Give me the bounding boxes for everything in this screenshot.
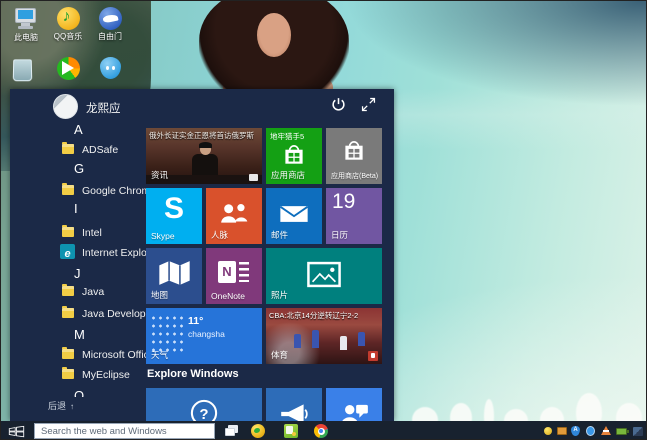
tile-feedback-megaphone[interactable] [266,388,322,421]
weather-city: changsha [188,329,225,339]
tile-calendar[interactable]: 19 日历 [326,188,382,244]
desktop-icon-this-pc[interactable]: 此电脑 [7,7,45,42]
mail-icon [266,203,322,224]
tray-shield-a-icon[interactable]: A [571,426,580,436]
folder-icon [62,227,74,237]
desktop-icon-label: QQ音乐 [49,32,87,41]
tile-help-question[interactable]: ? [146,388,262,421]
folder-icon [62,286,74,296]
section-letter-o[interactable]: O [74,388,84,397]
question-icon: ? [146,398,262,421]
snow-icon [150,314,186,354]
tile-news[interactable]: 俄外长证实金正恩将首访俄罗斯 资讯 [146,128,262,184]
section-letter-j[interactable]: J [74,266,81,281]
tray-battery-icon[interactable] [616,428,627,435]
blue-drop-icon [100,57,121,79]
tile-store[interactable]: 地牢猎手5 应用商店 [266,128,322,184]
explore-windows-heading: Explore Windows [147,368,239,380]
store-bag-icon [326,136,382,164]
task-view-button[interactable] [224,424,238,438]
ie-icon: e [60,244,75,259]
desktop-icon-blue-drop-app[interactable] [91,57,129,79]
tile-people[interactable]: 人脉 [206,188,262,244]
news-headline: 俄外长证实金正恩将首访俄罗斯 [149,130,260,141]
people-icon [206,201,262,225]
folder-icon [62,369,74,379]
news-page-icon [249,174,258,181]
folder-icon [62,185,74,195]
tray-network-icon[interactable] [633,427,643,436]
desktop-icon-tencent-video[interactable] [49,57,87,80]
tray-vlc-cone-icon[interactable] [601,426,611,435]
skype-icon: S [164,192,184,226]
desktop-icon-label: 此电脑 [7,33,45,42]
tile-photos[interactable]: 照片 [266,248,382,304]
store-bag-icon [266,140,322,168]
qq-music-icon: ♪ [57,7,80,30]
tile-sports[interactable]: CBA:北京14分逆转辽宁2-2 体育 [266,308,382,364]
calendar-day: 19 [332,190,355,214]
this-pc-icon [13,7,39,31]
onenote-icon: N [218,261,236,283]
svg-text:?: ? [199,406,208,421]
map-icon [146,260,202,286]
section-letter-g[interactable]: G [74,161,84,176]
desktop-icon-label: 自由门 [91,32,129,41]
tray-yellow-dot-icon[interactable] [544,427,552,435]
tile-onenote[interactable]: N OneNote [206,248,262,304]
wallpaper-woman-photo [139,1,401,91]
folder-icon [62,308,74,318]
megaphone-icon [266,402,322,421]
desktop-icon-recycle-bin[interactable] [3,59,41,81]
back-button[interactable]: 后退↑ [48,399,74,412]
weather-temp: 11° [188,315,203,327]
tile-mail[interactable]: 邮件 [266,188,322,244]
start-menu: 龙熙应 A ADSafe G Google Chrome I Intel eIn… [10,89,394,421]
up-arrow-icon: ↑ [70,402,74,411]
recycle-bin-icon [12,59,32,81]
power-icon[interactable] [330,96,347,113]
tile-store-beta[interactable]: 应用商店(Beta) [326,128,382,184]
tile-weather[interactable]: 11° changsha 天气 [146,308,262,364]
play-icon [57,57,80,80]
chrome-icon[interactable] [314,424,328,438]
system-tray: A [544,426,646,437]
section-letter-a[interactable]: A [74,122,83,137]
desktop-icon-freegate[interactable]: 自由门 [91,7,129,41]
windows-logo-icon [8,425,25,438]
folder-icon [62,144,74,154]
desktop-icon-qq-music[interactable]: ♪ QQ音乐 [49,7,87,41]
desktop-screen: 此电脑 ♪ QQ音乐 自由门 龙熙应 A ADSafe [0,0,647,440]
photos-icon [266,261,382,288]
sports-headline: CBA:北京14分逆转辽宁2-2 [269,310,380,321]
tray-shield-round-icon[interactable] [586,426,595,436]
tile-contact-chat[interactable] [326,388,382,421]
taskbar: A [1,421,647,440]
expand-icon[interactable] [360,96,377,113]
yellow-globe-app-icon[interactable] [251,424,265,438]
tray-orange-chest-icon[interactable] [557,427,567,435]
person-chat-icon [326,401,382,421]
start-button[interactable] [1,421,31,440]
tile-skype[interactable]: S Skype [146,188,202,244]
section-letter-m[interactable]: M [74,327,85,342]
dove-icon [99,7,122,30]
app-list: A ADSafe G Google Chrome I Intel eIntern… [10,89,146,397]
search-input[interactable] [34,423,215,439]
tile-area: 俄外长证实金正恩将首访俄罗斯 资讯 地牢猎手5 应用商店 应用商店(Beta) [146,128,394,421]
wallpaper-watermark [406,397,647,423]
green-notes-app-icon[interactable] [284,424,298,438]
folder-icon [62,349,74,359]
section-letter-i[interactable]: I [74,201,78,216]
sports-badge-icon [368,351,378,361]
tile-maps[interactable]: 地图 [146,248,202,304]
